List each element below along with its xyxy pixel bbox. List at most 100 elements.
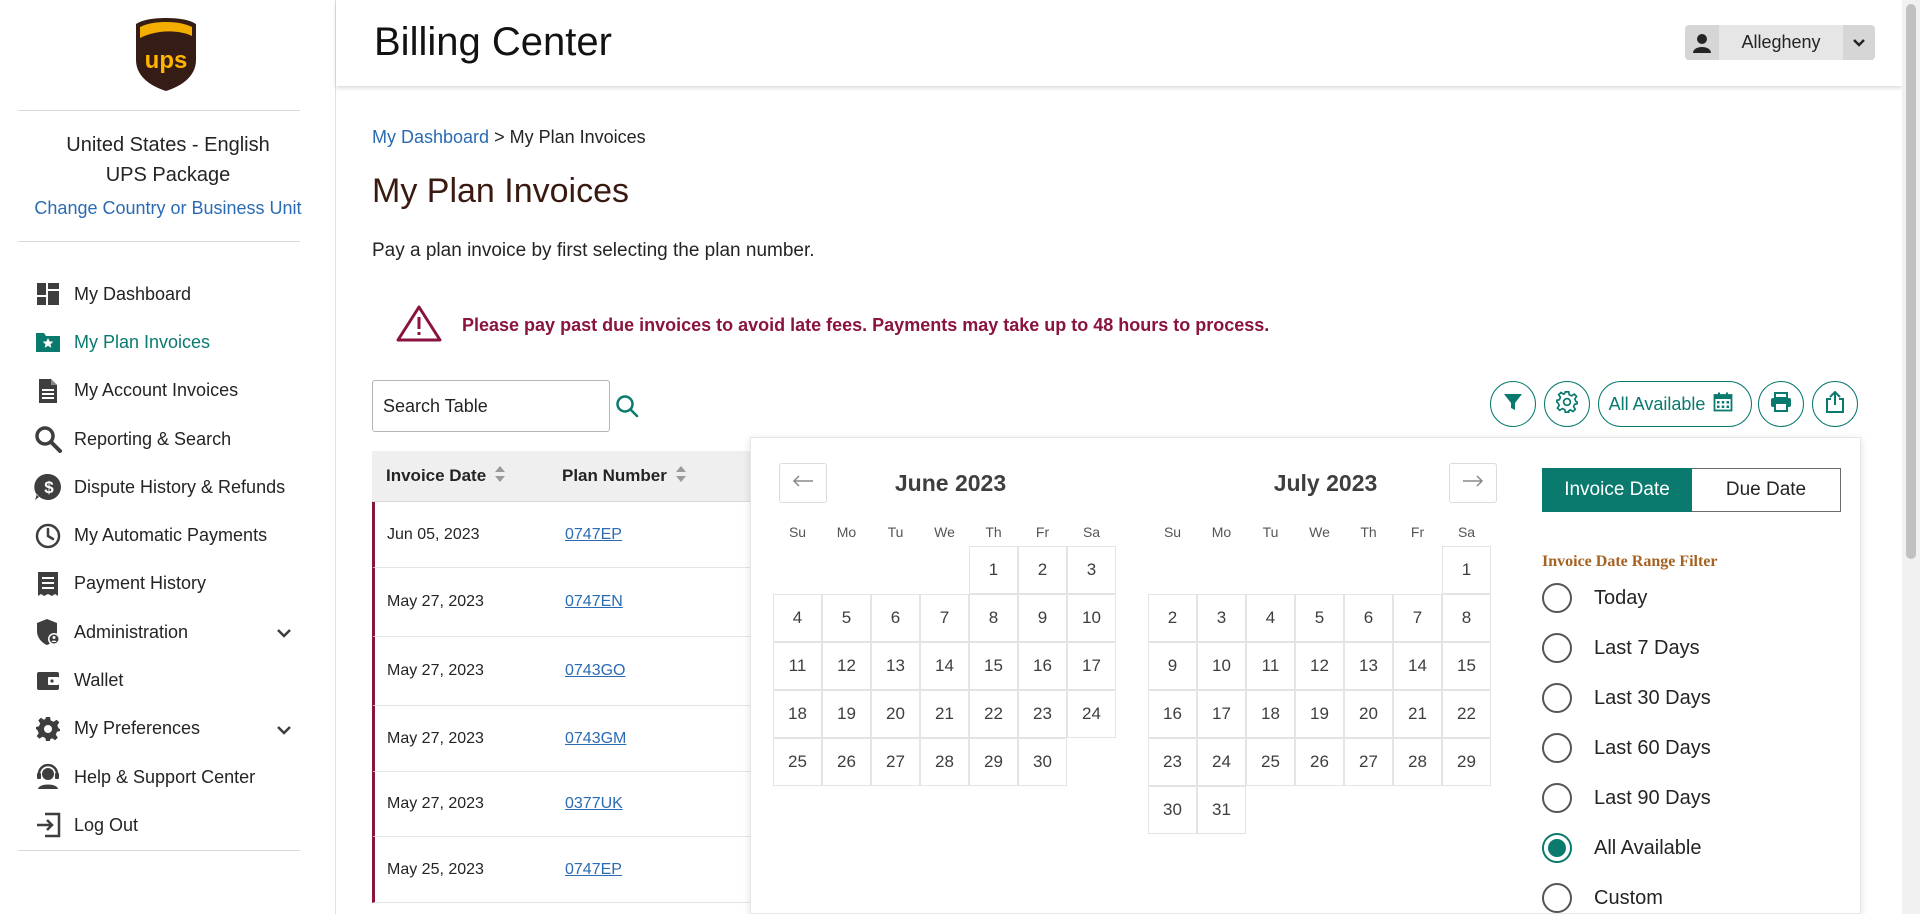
calendar-day[interactable]: 24 [1197, 738, 1246, 786]
scrollbar-thumb[interactable] [1906, 4, 1916, 559]
range-option-last-7-days[interactable]: Last 7 Days [1542, 632, 1700, 664]
plan-number-link[interactable]: 0747EP [565, 861, 622, 879]
calendar-day[interactable]: 28 [1393, 738, 1442, 786]
calendar-day[interactable]: 27 [1344, 738, 1393, 786]
filter-button[interactable] [1490, 381, 1536, 427]
calendar-day[interactable]: 15 [969, 642, 1018, 690]
calendar-day[interactable]: 13 [871, 642, 920, 690]
radio-button-selected[interactable] [1542, 833, 1572, 863]
range-option-all-available[interactable]: All Available [1542, 832, 1701, 864]
calendar-day[interactable]: 11 [1246, 642, 1295, 690]
calendar-day[interactable]: 14 [1393, 642, 1442, 690]
sidebar-item-help-support[interactable]: Help & Support Center [34, 753, 314, 801]
calendar-day[interactable]: 25 [773, 738, 822, 786]
plan-number-link[interactable]: 0743GO [565, 662, 625, 680]
calendar-day[interactable]: 28 [920, 738, 969, 786]
calendar-day[interactable]: 20 [871, 690, 920, 738]
calendar-day[interactable]: 6 [1344, 594, 1393, 642]
radio-button[interactable] [1542, 783, 1572, 813]
calendar-day[interactable]: 29 [1442, 738, 1491, 786]
calendar-day[interactable]: 27 [871, 738, 920, 786]
breadcrumb-dashboard-link[interactable]: My Dashboard [372, 127, 489, 147]
calendar-day[interactable]: 15 [1442, 642, 1491, 690]
calendar-day[interactable]: 4 [1246, 594, 1295, 642]
sidebar-item-administration[interactable]: Administration [34, 608, 314, 656]
calendar-day[interactable]: 14 [920, 642, 969, 690]
calendar-day[interactable]: 8 [969, 594, 1018, 642]
calendar-day[interactable]: 23 [1148, 738, 1197, 786]
calendar-day[interactable]: 29 [969, 738, 1018, 786]
search-input[interactable] [373, 382, 615, 430]
settings-button[interactable] [1544, 381, 1590, 427]
chevron-down-icon[interactable] [276, 719, 292, 740]
range-option-custom[interactable]: Custom [1542, 882, 1663, 914]
sidebar-item-automatic-payments[interactable]: My Automatic Payments [34, 511, 314, 559]
calendar-day[interactable]: 9 [1018, 594, 1067, 642]
export-button[interactable] [1812, 381, 1858, 427]
calendar-day[interactable]: 6 [871, 594, 920, 642]
calendar-day[interactable]: 10 [1067, 594, 1116, 642]
range-option-last-90-days[interactable]: Last 90 Days [1542, 782, 1711, 814]
sidebar-item-my-plan-invoices[interactable]: My Plan Invoices [34, 318, 314, 366]
calendar-day[interactable]: 5 [1295, 594, 1344, 642]
page-scrollbar[interactable] [1902, 0, 1920, 914]
calendar-day[interactable]: 3 [1067, 546, 1116, 594]
sidebar-item-my-preferences[interactable]: My Preferences [34, 705, 314, 753]
calendar-day[interactable]: 30 [1018, 738, 1067, 786]
calendar-day[interactable]: 18 [773, 690, 822, 738]
calendar-day[interactable]: 2 [1148, 594, 1197, 642]
sidebar-item-dispute-history[interactable]: $ Dispute History & Refunds [34, 463, 314, 511]
calendar-day[interactable]: 12 [1295, 642, 1344, 690]
calendar-day[interactable]: 9 [1148, 642, 1197, 690]
calendar-day[interactable]: 2 [1018, 546, 1067, 594]
calendar-day[interactable]: 1 [969, 546, 1018, 594]
date-range-button[interactable]: All Available [1598, 381, 1752, 427]
plan-number-link[interactable]: 0747EP [565, 526, 622, 544]
calendar-day[interactable]: 25 [1246, 738, 1295, 786]
calendar-day[interactable]: 20 [1344, 690, 1393, 738]
change-country-link[interactable]: Change Country or Business Unit [0, 198, 336, 219]
user-menu-button[interactable]: Allegheny [1685, 25, 1875, 60]
calendar-day[interactable]: 26 [1295, 738, 1344, 786]
sidebar-item-reporting-search[interactable]: Reporting & Search [34, 415, 314, 463]
calendar-day[interactable]: 24 [1067, 690, 1116, 738]
calendar-day[interactable]: 17 [1067, 642, 1116, 690]
calendar-day[interactable]: 16 [1018, 642, 1067, 690]
calendar-day[interactable]: 31 [1197, 786, 1246, 834]
column-header-plan-number[interactable]: Plan Number [562, 465, 687, 488]
radio-button[interactable] [1542, 883, 1572, 913]
print-button[interactable] [1758, 381, 1804, 427]
calendar-day[interactable]: 1 [1442, 546, 1491, 594]
chevron-down-icon[interactable] [1843, 25, 1875, 60]
calendar-day[interactable]: 11 [773, 642, 822, 690]
radio-button[interactable] [1542, 683, 1572, 713]
range-option-last-30-days[interactable]: Last 30 Days [1542, 682, 1711, 714]
calendar-day[interactable]: 22 [1442, 690, 1491, 738]
calendar-day[interactable]: 30 [1148, 786, 1197, 834]
range-option-last-60-days[interactable]: Last 60 Days [1542, 732, 1711, 764]
calendar-day[interactable]: 3 [1197, 594, 1246, 642]
calendar-day[interactable]: 17 [1197, 690, 1246, 738]
sidebar-item-payment-history[interactable]: Payment History [34, 560, 314, 608]
sidebar-item-wallet[interactable]: Wallet [34, 656, 314, 704]
sidebar-item-my-account-invoices[interactable]: My Account Invoices [34, 367, 314, 415]
calendar-day[interactable]: 19 [822, 690, 871, 738]
search-icon[interactable] [615, 394, 639, 418]
plan-number-link[interactable]: 0747EN [565, 593, 623, 611]
radio-button[interactable] [1542, 733, 1572, 763]
ups-logo[interactable]: ups [134, 16, 198, 92]
chevron-down-icon[interactable] [276, 622, 292, 643]
calendar-day[interactable]: 21 [920, 690, 969, 738]
calendar-day[interactable]: 12 [822, 642, 871, 690]
calendar-day[interactable]: 5 [822, 594, 871, 642]
calendar-day[interactable]: 13 [1344, 642, 1393, 690]
calendar-day[interactable]: 21 [1393, 690, 1442, 738]
calendar-day[interactable]: 10 [1197, 642, 1246, 690]
column-header-invoice-date[interactable]: Invoice Date [372, 465, 562, 488]
calendar-day[interactable]: 7 [920, 594, 969, 642]
sidebar-item-log-out[interactable]: Log Out [34, 801, 314, 849]
range-option-today[interactable]: Today [1542, 582, 1647, 614]
calendar-day[interactable]: 18 [1246, 690, 1295, 738]
radio-button[interactable] [1542, 633, 1572, 663]
calendar-day[interactable]: 26 [822, 738, 871, 786]
